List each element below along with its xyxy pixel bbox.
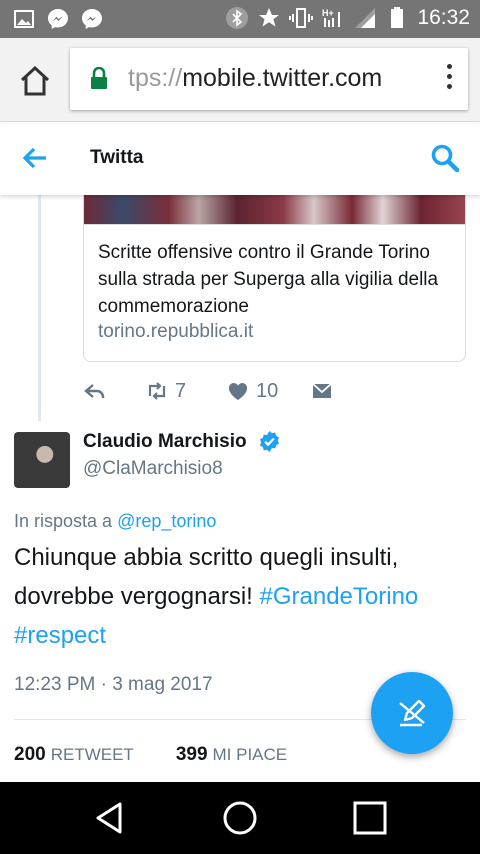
system-nav-bar [0, 782, 480, 854]
nav-recents-icon[interactable] [352, 800, 388, 836]
app-header: Twitta [0, 123, 480, 195]
back-arrow-icon[interactable] [22, 145, 48, 171]
nav-back-icon[interactable] [92, 800, 128, 836]
reply-handle-link[interactable]: @rep_torino [117, 511, 216, 531]
url-text: tps://mobile.twitter.com [128, 64, 382, 93]
signal-icon [355, 8, 376, 28]
star-icon [259, 8, 280, 27]
direct-message-button[interactable] [310, 378, 334, 404]
status-time: 16:32 [417, 6, 470, 29]
nav-home-icon[interactable] [222, 800, 258, 836]
link-card[interactable]: Scritte offensive contro il Grande Torin… [83, 195, 466, 362]
reply-button[interactable] [83, 378, 107, 404]
retweet-stat-count: 200 [14, 744, 46, 765]
verified-badge-icon [260, 430, 279, 453]
reply-icon [84, 384, 105, 398]
avatar[interactable] [14, 432, 70, 488]
messenger-icon [48, 9, 68, 29]
retweet-icon [148, 382, 166, 400]
hashtag-link[interactable]: #GrandeTorino [260, 583, 419, 610]
retweet-stat-label: RETWEET [50, 745, 134, 764]
card-image [84, 195, 465, 225]
status-bar: H+ 16:32 [0, 0, 480, 38]
browser-toolbar: tps://mobile.twitter.com [0, 38, 480, 122]
like-count: 10 [256, 379, 279, 402]
bluetooth-icon [226, 7, 249, 29]
thread-connector-line [38, 195, 41, 421]
like-stat-label: MI PIACE [212, 745, 288, 764]
tweet-stats: 200 RETWEET 399 MI PIACE [14, 744, 287, 766]
card-title: Scritte offensive contro il Grande Torin… [98, 242, 439, 317]
battery-icon [391, 7, 404, 28]
compose-icon [399, 699, 426, 727]
hashtag-link[interactable]: #respect [14, 622, 106, 649]
tweet-timestamp: 12:23 PM · 3 mag 2017 [14, 674, 213, 695]
url-prefix: tps:// [128, 64, 183, 92]
compose-tweet-button[interactable] [371, 672, 453, 754]
tweet-text: Chiunque abbia scritto quegli insulti, d… [14, 538, 474, 655]
messenger-icon [82, 9, 102, 29]
vibrate-icon [289, 8, 314, 28]
author-name[interactable]: Claudio Marchisio [83, 431, 247, 453]
like-button[interactable]: 10 [226, 378, 278, 404]
author-handle[interactable]: @ClaMarchisio8 [83, 458, 223, 480]
retweet-stat[interactable]: 200 RETWEET [14, 744, 134, 766]
hplus-signal-icon: H+ [322, 8, 341, 27]
url-bar[interactable]: tps://mobile.twitter.com [70, 48, 468, 110]
lock-icon [91, 67, 107, 89]
browser-menu-icon[interactable] [444, 64, 454, 94]
card-domain: torino.repubblica.it [98, 321, 254, 342]
home-icon[interactable] [18, 64, 52, 98]
envelope-icon [312, 383, 332, 398]
retweet-button[interactable]: 7 [145, 378, 186, 404]
image-icon [14, 10, 34, 28]
url-host: mobile.twitter.com [182, 64, 383, 92]
heart-icon [228, 383, 248, 400]
retweet-count: 7 [175, 379, 187, 402]
reply-context: In risposta a @rep_torino [14, 511, 216, 532]
page-title: Twitta [90, 147, 144, 168]
reply-prefix: In risposta a [14, 511, 113, 531]
like-stat[interactable]: 399 MI PIACE [176, 744, 287, 766]
like-stat-count: 399 [175, 744, 208, 765]
svg-text:H+: H+ [322, 8, 334, 18]
search-icon[interactable] [430, 143, 460, 173]
